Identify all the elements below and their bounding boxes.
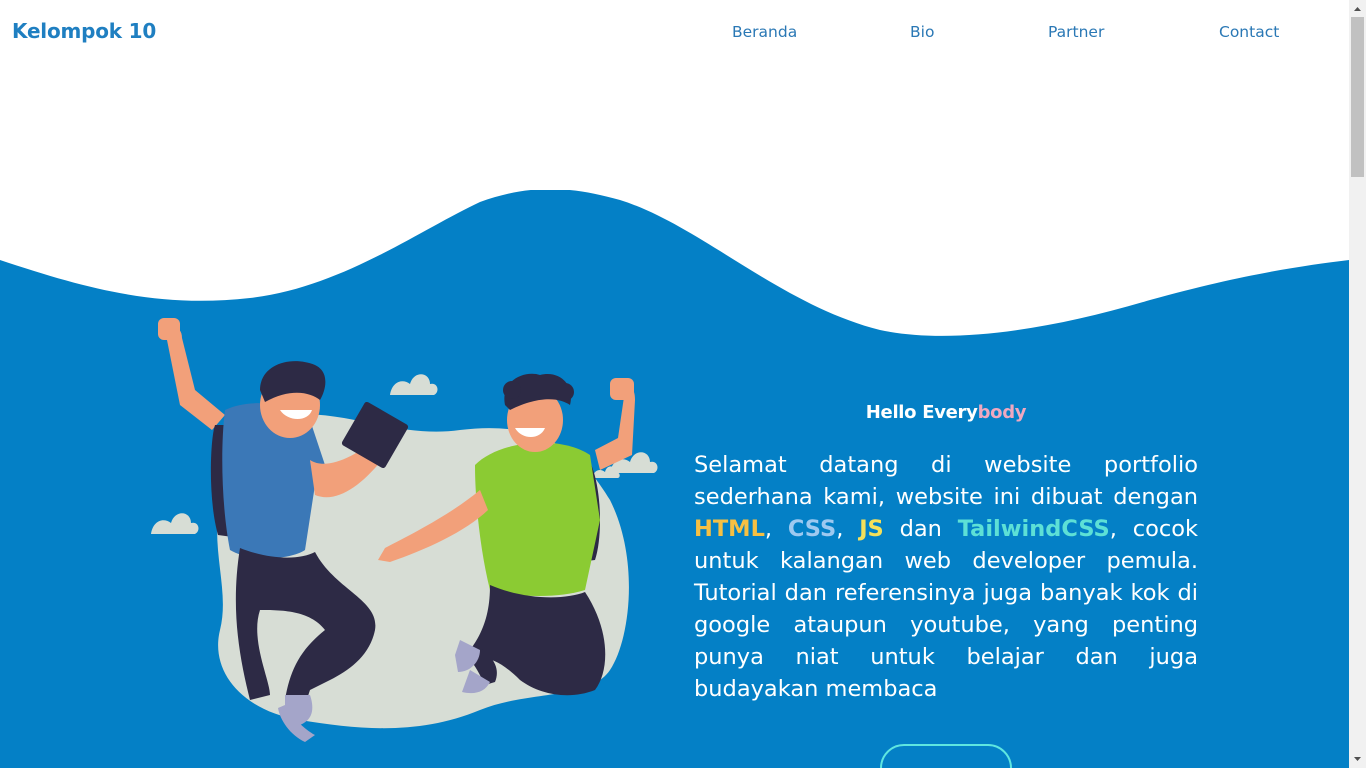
- brand-logo[interactable]: Kelompok 10: [12, 19, 156, 43]
- hero-paragraph: Selamat datang di website portfolio sede…: [694, 452, 1198, 702]
- nav-link-bio[interactable]: Bio: [910, 23, 934, 41]
- scroll-down-arrow-icon[interactable]: [1349, 751, 1366, 768]
- scroll-up-arrow-icon[interactable]: [1349, 0, 1366, 17]
- keyword-css: CSS: [787, 516, 837, 542]
- hero-title: Hello Everybody: [865, 402, 1027, 423]
- keyword-tailwindcss: TailwindCSS: [957, 516, 1110, 542]
- cloud-icon: [390, 374, 438, 395]
- nav-link-beranda[interactable]: Beranda: [732, 23, 797, 41]
- vertical-scrollbar[interactable]: [1349, 0, 1366, 768]
- navbar: Kelompok 10 Beranda Bio Partner Contact: [0, 0, 1349, 64]
- nav-link-contact[interactable]: Contact: [1219, 23, 1279, 41]
- get-started-button[interactable]: Get Started: [880, 744, 1012, 768]
- scroll-thumb[interactable]: [1351, 17, 1364, 177]
- keyword-js: JS: [859, 516, 884, 542]
- two-students-jumping-illustration: [151, 318, 658, 742]
- hero-title-accent: body: [977, 402, 1027, 423]
- nav-link-partner[interactable]: Partner: [1048, 23, 1104, 41]
- cloud-icon: [151, 513, 199, 534]
- keyword-html: HTML: [694, 516, 765, 542]
